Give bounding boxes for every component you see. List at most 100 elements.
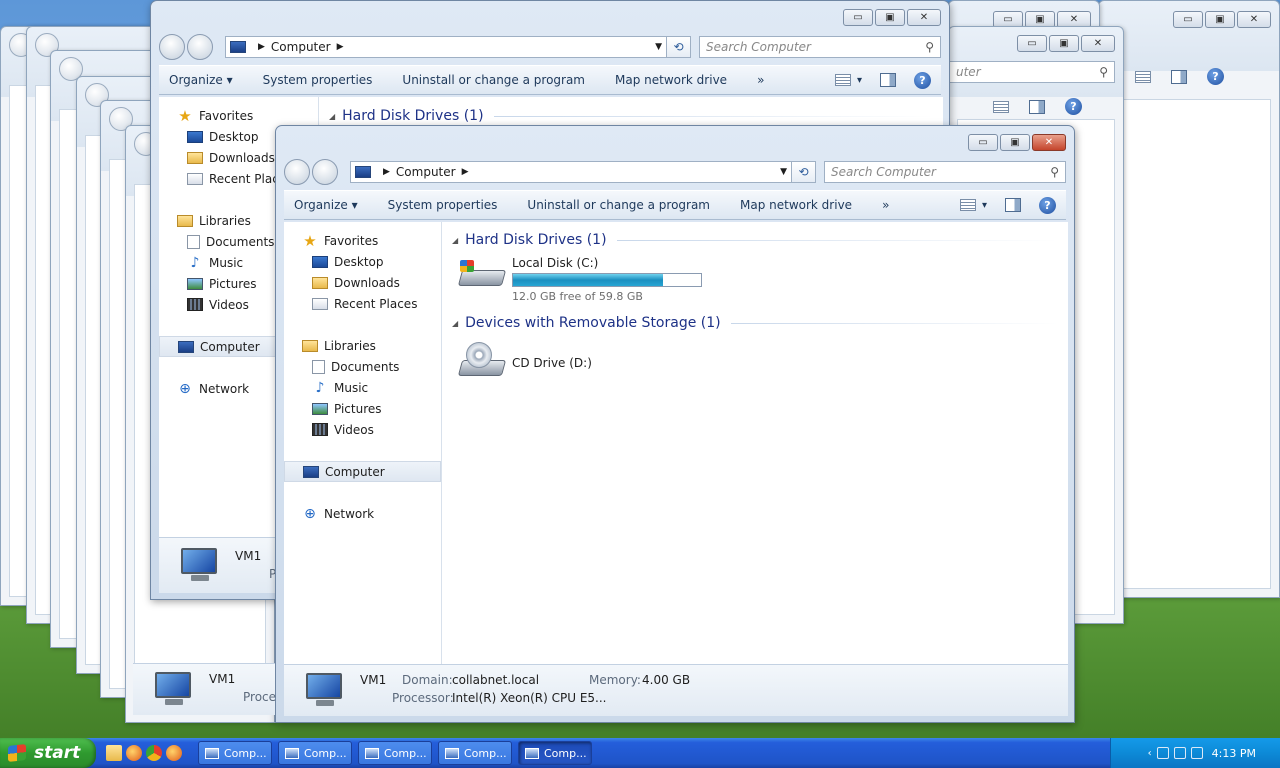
organize-button[interactable]: Organize ▾ — [169, 73, 233, 87]
processor-value: Intel(R) Xeon(R) CPU E5... — [452, 691, 607, 705]
maximize-button[interactable]: ▣ — [1205, 11, 1235, 28]
minimize-button[interactable]: ▭ — [843, 9, 873, 26]
maximize-button[interactable]: ▣ — [1049, 35, 1079, 52]
close-button[interactable]: ✕ — [1237, 11, 1271, 28]
nav-pictures[interactable]: Pictures — [284, 398, 441, 419]
help-icon[interactable]: ? — [914, 71, 931, 89]
nav-documents[interactable]: Documents — [284, 356, 441, 377]
taskbar-button-computer[interactable]: Comp... — [358, 741, 432, 765]
cd-drive-icon — [457, 342, 507, 380]
system-properties-button[interactable]: System properties — [263, 73, 373, 87]
uninstall-button[interactable]: Uninstall or change a program — [402, 73, 585, 87]
taskbar-button-label: Comp... — [464, 746, 507, 760]
more-commands-button[interactable]: » — [882, 198, 889, 212]
dropdown-icon[interactable]: ▼ — [780, 167, 787, 177]
back-button[interactable] — [159, 34, 185, 60]
chrome-icon[interactable] — [146, 745, 162, 761]
address-bar[interactable]: ▶ Computer ▶ ▼ — [350, 161, 792, 183]
downloads-folder-icon — [187, 151, 203, 164]
taskbar-button-computer-active[interactable]: Comp... — [518, 741, 592, 765]
system-tray: ‹ 4:13 PM — [1110, 738, 1280, 768]
address-bar[interactable]: ▶ Computer ▶ ▼ — [225, 36, 667, 58]
nav-buttons — [159, 34, 225, 60]
help-icon[interactable]: ? — [1065, 98, 1082, 115]
maximize-button[interactable]: ▣ — [875, 9, 905, 26]
forward-button[interactable] — [187, 34, 213, 60]
drive-c[interactable]: Local Disk (C:) 12.0 GB free of 59.8 GB — [457, 256, 702, 303]
nav-favorites[interactable]: ★ Favorites — [159, 105, 318, 126]
firefox-icon[interactable] — [166, 745, 182, 761]
firefox-icon[interactable] — [126, 745, 142, 761]
nav-downloads[interactable]: Downloads — [284, 272, 441, 293]
refresh-button[interactable]: ⟲ — [792, 161, 816, 183]
map-drive-button[interactable]: Map network drive — [740, 198, 852, 212]
group-header-removable[interactable]: ◢ Devices with Removable Storage (1) — [452, 312, 1058, 334]
close-button[interactable]: ✕ — [1032, 134, 1066, 151]
search-input[interactable]: Search Computer ⚲ — [699, 36, 941, 58]
close-button[interactable]: ✕ — [907, 9, 941, 26]
organize-button[interactable]: Organize ▾ — [294, 198, 358, 212]
drive-d[interactable]: CD Drive (D:) — [457, 342, 592, 380]
preview-pane-icon[interactable] — [1005, 198, 1021, 212]
taskbar-button-computer[interactable]: Comp... — [438, 741, 512, 765]
maximize-button[interactable]: ▣ — [1000, 134, 1030, 151]
taskbar-button-computer[interactable]: Comp... — [198, 741, 272, 765]
computer-icon — [230, 41, 246, 53]
dropdown-icon[interactable]: ▼ — [655, 42, 662, 52]
nav-label: Documents — [206, 234, 275, 249]
nav-recent[interactable]: Recent Places — [284, 293, 441, 314]
nav-buttons — [284, 159, 350, 185]
collapse-triangle-icon: ◢ — [329, 111, 336, 121]
preview-pane-icon[interactable] — [880, 73, 896, 87]
search-input[interactable]: uter ⚲ — [949, 61, 1115, 83]
uninstall-button[interactable]: Uninstall or change a program — [527, 198, 710, 212]
minimize-button[interactable]: ▭ — [1017, 35, 1047, 52]
libraries-icon — [177, 214, 193, 227]
computer-icon — [302, 673, 346, 709]
nav-libraries[interactable]: Libraries — [284, 335, 441, 356]
group-header-hdd[interactable]: ◢ Hard Disk Drives (1) — [452, 229, 1058, 251]
taskbar: start Comp... Comp... Comp... Comp... Co… — [0, 738, 1280, 768]
nav-label: Favorites — [199, 108, 254, 123]
map-drive-button[interactable]: Map network drive — [615, 73, 727, 87]
nav-favorites[interactable]: ★ Favorites — [284, 230, 441, 251]
nav-desktop[interactable]: Desktop — [284, 251, 441, 272]
close-button[interactable]: ✕ — [1081, 35, 1115, 52]
refresh-button[interactable]: ⟲ — [667, 36, 691, 58]
back-button[interactable] — [284, 159, 310, 185]
minimize-button[interactable]: ▭ — [1173, 11, 1203, 28]
nav-computer[interactable]: Computer — [284, 461, 441, 482]
preview-pane-icon[interactable] — [1171, 69, 1187, 84]
search-placeholder: Search Computer — [831, 165, 936, 179]
taskbar-button-computer[interactable]: Comp... — [278, 741, 352, 765]
network-tray-icon[interactable] — [1173, 747, 1186, 759]
volume-icon[interactable] — [1190, 747, 1203, 759]
flag-icon[interactable] — [1156, 747, 1169, 759]
views-button[interactable]: ▾ — [959, 199, 987, 211]
clock[interactable]: 4:13 PM — [1212, 747, 1256, 760]
search-input[interactable]: Search Computer ⚲ — [824, 161, 1066, 183]
forward-button[interactable] — [312, 159, 338, 185]
group-title: Devices with Removable Storage (1) — [465, 315, 721, 331]
search-icon: ⚲ — [925, 40, 934, 54]
views-button[interactable]: ▾ — [834, 74, 862, 86]
preview-pane-icon[interactable] — [1029, 99, 1045, 114]
tray-expand-icon[interactable]: ‹ — [1148, 748, 1152, 759]
nav-label: Desktop — [334, 254, 384, 269]
minimize-button[interactable]: ▭ — [968, 134, 998, 151]
explorer-icon[interactable] — [106, 745, 122, 761]
start-button[interactable]: start — [0, 738, 96, 768]
computer-icon — [355, 166, 371, 178]
nav-music[interactable]: ♪ Music — [284, 377, 441, 398]
nav-videos[interactable]: Videos — [284, 419, 441, 440]
help-icon[interactable]: ? — [1207, 68, 1224, 85]
more-commands-button[interactable]: » — [757, 73, 764, 87]
views-icon[interactable] — [1135, 70, 1151, 83]
views-icon[interactable] — [993, 100, 1009, 113]
group-header-hdd[interactable]: ◢ Hard Disk Drives (1) — [329, 105, 933, 127]
search-icon: ⚲ — [1050, 165, 1059, 179]
toolbar-right-icons: ? — [993, 98, 1082, 115]
help-icon[interactable]: ? — [1039, 196, 1056, 214]
nav-network[interactable]: ⊕ Network — [284, 503, 441, 524]
system-properties-button[interactable]: System properties — [388, 198, 498, 212]
